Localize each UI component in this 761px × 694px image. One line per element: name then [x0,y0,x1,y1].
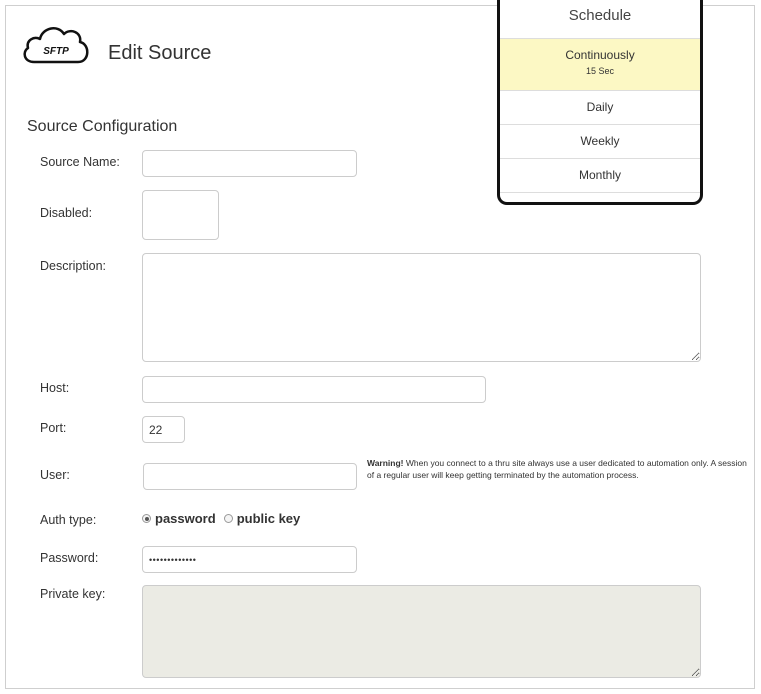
user-input[interactable] [143,463,357,490]
description-textarea[interactable] [142,253,701,362]
logo-text: SFTP [43,46,69,57]
user-label: User: [40,468,70,482]
schedule-item-continuously[interactable]: Continuously 15 Sec [500,39,700,91]
source-name-label: Source Name: [40,155,120,169]
auth-public-key-radio[interactable] [223,514,233,523]
warning-text: When you connect to a thru site always u… [367,458,747,480]
user-warning-note: Warning! When you connect to a thru site… [367,457,749,481]
auth-type-label: Auth type: [40,513,97,527]
schedule-panel: Schedule Continuously 15 Sec Daily Weekl… [497,0,703,205]
page-title: Edit Source [108,42,212,64]
schedule-item-weekly[interactable]: Weekly [500,125,700,159]
port-label: Port: [40,421,67,435]
password-label: Password: [40,551,99,565]
auth-type-group: password public key [142,511,300,526]
auth-password-radio[interactable] [142,514,151,523]
warning-strong: Warning! [367,458,404,468]
disabled-label: Disabled: [40,206,93,220]
password-input[interactable] [142,546,357,573]
schedule-item-daily[interactable]: Daily [500,91,700,125]
sftp-cloud-logo: SFTP [20,22,92,68]
disabled-toggle[interactable] [142,190,219,240]
port-input[interactable] [142,416,185,443]
schedule-item-label: Continuously [565,48,635,62]
description-label: Description: [40,259,106,273]
schedule-item-interval: 15 Sec [585,66,615,76]
section-title: Source Configuration [27,118,178,135]
schedule-item-monthly[interactable]: Monthly [500,159,700,193]
private-key-label: Private key: [40,587,106,601]
schedule-title: Schedule [500,0,700,39]
host-label: Host: [40,381,70,395]
source-name-input[interactable] [142,150,357,177]
auth-password-label[interactable]: password [155,511,216,526]
private-key-textarea [142,585,701,678]
host-input[interactable] [142,376,486,403]
auth-public-key-label[interactable]: public key [237,511,301,526]
